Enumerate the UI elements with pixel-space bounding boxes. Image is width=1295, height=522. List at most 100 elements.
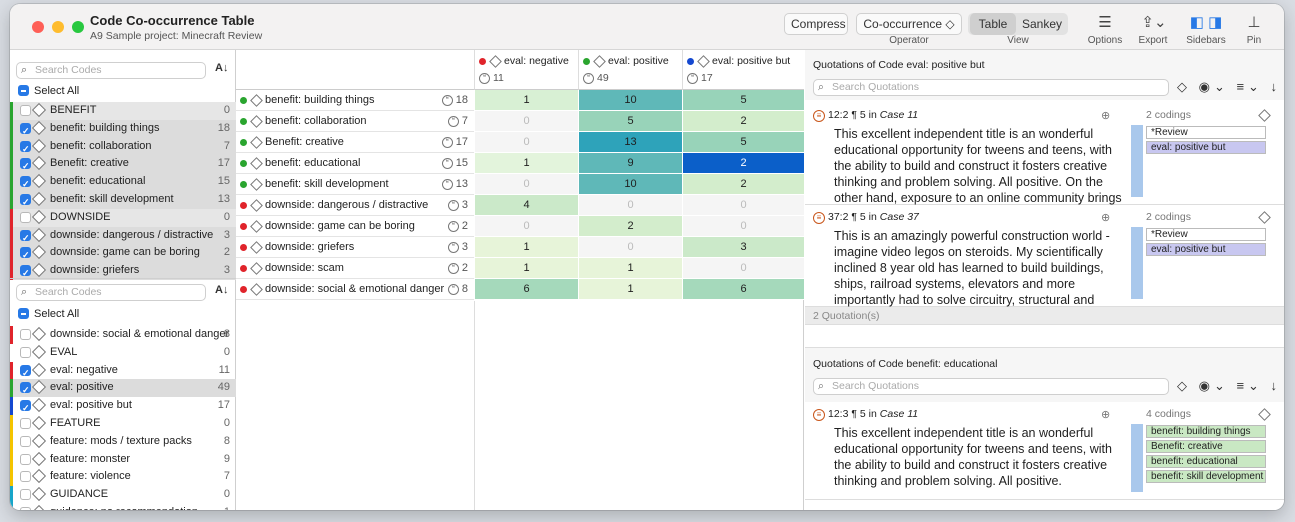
table-cell[interactable]: 5 <box>682 90 804 111</box>
column-header[interactable]: eval: positive ❝ 49 <box>578 50 682 90</box>
row-codes-search-input[interactable]: ⌕ Search Codes <box>16 62 206 79</box>
select-all-checkbox[interactable] <box>18 85 29 96</box>
checkbox[interactable] <box>20 194 31 209</box>
list-item[interactable]: downside: social & emotional danger 8 <box>10 326 236 344</box>
checkbox[interactable] <box>20 265 31 280</box>
pin-icon[interactable]: ⊥ <box>1242 13 1266 33</box>
code-tag[interactable]: *Review <box>1146 228 1266 241</box>
list-item[interactable]: DOWNSIDE 0 <box>10 208 236 227</box>
column-codes-search-input[interactable]: ⌕ Search Codes <box>16 284 206 301</box>
table-cell[interactable]: 0 <box>474 174 578 195</box>
code-tag[interactable]: eval: positive but <box>1146 141 1266 154</box>
table-cell[interactable]: 13 <box>578 132 682 153</box>
list-item[interactable]: benefit: educational 15 <box>10 173 236 191</box>
checkbox[interactable] <box>20 364 31 379</box>
checkbox[interactable] <box>20 247 31 262</box>
checkbox[interactable] <box>20 105 31 116</box>
table-cell[interactable]: 2 <box>578 216 682 237</box>
table-cell[interactable]: 0 <box>682 195 804 216</box>
compress-button[interactable]: Compress <box>784 13 848 35</box>
table-cell[interactable]: 1 <box>474 237 578 258</box>
row-header[interactable]: benefit: skill development ❝ 13 <box>236 174 474 195</box>
table-cell[interactable]: 2 <box>682 153 804 174</box>
list-item[interactable]: GUIDANCE 0 <box>10 486 236 504</box>
row-header[interactable]: benefit: building things ❝ 18 <box>236 90 474 111</box>
checkbox[interactable] <box>20 122 31 138</box>
sort-az-icon[interactable]: A↓ <box>215 62 228 74</box>
table-cell[interactable]: 1 <box>474 90 578 111</box>
table-cell[interactable]: 10 <box>578 90 682 111</box>
code-tag[interactable]: benefit: skill development <box>1146 470 1266 483</box>
add-code-icon[interactable] <box>1258 109 1271 122</box>
panel1-view-icons[interactable]: ◇ ◉⌄ ≡⌄ ↓ <box>1177 79 1281 95</box>
table-cell[interactable]: 0 <box>682 216 804 237</box>
table-cell[interactable]: 0 <box>578 237 682 258</box>
sidebars-icon[interactable]: ◧ ◨ <box>1184 13 1228 33</box>
checkbox[interactable] <box>20 176 31 191</box>
close-window-button[interactable] <box>32 21 44 33</box>
checkbox[interactable] <box>20 400 31 415</box>
list-item[interactable]: guidance: no recommendation 1 <box>10 504 236 510</box>
column-header[interactable]: eval: positive but ❝ 17 <box>682 50 804 90</box>
table-cell[interactable]: 6 <box>682 279 804 300</box>
table-cell[interactable]: 6 <box>474 279 578 300</box>
list-item[interactable]: eval: negative 11 <box>10 361 236 380</box>
list-item[interactable]: downside: dangerous / distractive 3 <box>10 226 236 245</box>
code-tag[interactable]: benefit: educational <box>1146 455 1266 468</box>
checkbox[interactable] <box>20 418 31 429</box>
table-cell[interactable]: 2 <box>682 174 804 195</box>
list-item[interactable]: eval: positive but 17 <box>10 397 236 415</box>
table-cell[interactable]: 0 <box>474 216 578 237</box>
zoom-window-button[interactable] <box>72 21 84 33</box>
select-all-checkbox[interactable] <box>18 308 29 319</box>
checkbox[interactable] <box>20 229 31 244</box>
table-cell[interactable]: 0 <box>474 132 578 153</box>
row-header[interactable]: downside: griefers ❝ 3 <box>236 237 474 258</box>
table-cell[interactable]: 5 <box>578 111 682 132</box>
checkbox[interactable] <box>20 453 31 465</box>
list-item[interactable]: EVAL 0 <box>10 344 236 362</box>
quotation-card[interactable]: ≡ 12:2 ¶ 5 in Case 11 ⊕ This excellent inde… <box>805 103 1284 221</box>
column-header[interactable]: eval: negative ❝ 11 <box>474 50 578 90</box>
operator-select[interactable]: Co-occurrence ◇ <box>856 13 962 35</box>
quotation-card[interactable]: ≡ 12:3 ¶ 5 in Case 11 ⊕ This excellent inde… <box>805 402 1284 500</box>
checkbox[interactable] <box>20 507 31 510</box>
table-cell[interactable]: 3 <box>682 237 804 258</box>
table-cell[interactable]: 1 <box>474 153 578 174</box>
add-code-icon[interactable] <box>1258 408 1271 421</box>
list-item[interactable]: FEATURE 0 <box>10 415 236 433</box>
checkbox[interactable] <box>20 346 31 358</box>
checkbox[interactable] <box>20 471 31 483</box>
row-header[interactable]: downside: game can be boring ❝ 2 <box>236 216 474 237</box>
checkbox[interactable] <box>20 382 31 397</box>
export-icon[interactable]: ⇪⌄ <box>1136 13 1172 33</box>
code-tag[interactable]: *Review <box>1146 126 1266 139</box>
list-item[interactable]: BENEFIT 0 <box>10 102 236 120</box>
list-item[interactable]: eval: positive 49 <box>10 379 236 398</box>
table-cell[interactable]: 10 <box>578 174 682 195</box>
checkbox[interactable] <box>20 158 31 173</box>
add-code-icon[interactable] <box>1258 211 1271 224</box>
table-cell[interactable]: 0 <box>474 111 578 132</box>
list-item[interactable]: benefit: building things 18 <box>10 119 236 138</box>
code-tag[interactable]: eval: positive but <box>1146 243 1266 256</box>
table-cell[interactable]: 1 <box>578 279 682 300</box>
table-cell[interactable]: 0 <box>682 258 804 279</box>
view-table-button[interactable]: Table <box>970 13 1016 35</box>
list-item[interactable]: benefit: collaboration 7 <box>10 137 236 156</box>
table-cell[interactable]: 1 <box>474 258 578 279</box>
checkbox[interactable] <box>20 211 31 223</box>
list-item[interactable]: feature: monster 9 <box>10 450 236 469</box>
quotation-card[interactable]: ≡ 37:2 ¶ 5 in Case 37 ⊕ This is an amazingl… <box>805 205 1284 323</box>
table-cell[interactable]: 1 <box>578 258 682 279</box>
list-item[interactable]: feature: mods / texture packs 8 <box>10 432 236 451</box>
table-cell[interactable]: 2 <box>682 111 804 132</box>
go-to-icon[interactable]: ⊕ <box>1101 211 1110 224</box>
panel1-search-input[interactable]: ⌕ Search Quotations <box>813 79 1169 96</box>
panel2-view-icons[interactable]: ◇ ◉⌄ ≡⌄ ↓ <box>1177 378 1281 394</box>
list-item[interactable]: benefit: skill development 13 <box>10 191 236 209</box>
list-item[interactable]: Benefit: creative 17 <box>10 155 236 174</box>
row-header[interactable]: Benefit: creative ❝ 17 <box>236 132 474 153</box>
go-to-icon[interactable]: ⊕ <box>1101 109 1110 122</box>
list-item[interactable]: downside: game can be boring 2 <box>10 244 236 263</box>
